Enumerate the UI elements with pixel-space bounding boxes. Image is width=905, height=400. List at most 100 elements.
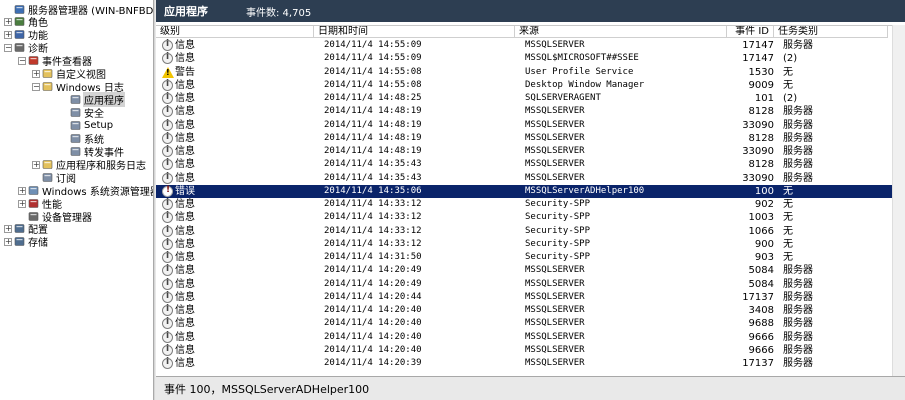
- column-header[interactable]: 任务类别: [774, 26, 888, 38]
- event-source: MSSQLSERVER: [525, 172, 585, 183]
- event-source: MSSQLSERVER: [525, 146, 585, 156]
- event-source: MSSQLSERVER: [525, 318, 585, 329]
- event-row[interactable]: 信息 2014/11/4 14:33:12 Security-SPP 900 无: [156, 238, 905, 251]
- event-id: 17137: [742, 291, 774, 303]
- event-row[interactable]: 信息 2014/11/4 14:48:25 SQLSERVERAGENT 101 (2): [156, 92, 905, 105]
- event-row[interactable]: 信息 2014/11/4 14:33:12 Security-SPP 1066 无: [156, 225, 905, 238]
- event-row[interactable]: 信息 2014/11/4 14:20:40 MSSQLSERVER 3408 服务器: [156, 304, 905, 317]
- event-datetime: 2014/11/4 14:48:19: [324, 106, 422, 117]
- event-row[interactable]: 信息 2014/11/4 14:35:43 MSSQLSERVER 33090 服务器: [156, 172, 905, 185]
- folder-icon: [42, 159, 53, 170]
- event-level: 信息: [175, 252, 195, 263]
- log-icon: [70, 120, 81, 131]
- folder-icon: [42, 81, 53, 92]
- event-datetime: 2014/11/4 14:31:50: [324, 252, 422, 262]
- event-level: 信息: [175, 225, 195, 237]
- event-level: 信息: [175, 172, 195, 184]
- event-row[interactable]: 信息 2014/11/4 14:20:40 MSSQLSERVER 9666 服务器: [156, 344, 905, 357]
- event-category: 服务器: [783, 146, 813, 157]
- event-row[interactable]: 信息 2014/11/4 14:33:12 Security-SPP 1003 无: [156, 211, 905, 224]
- info-icon: [162, 105, 173, 118]
- event-row[interactable]: 信息 2014/11/4 14:20:40 MSSQLSERVER 9688 服务器: [156, 317, 905, 330]
- tree-item[interactable]: + Windows 系统资源管理器: [18, 184, 153, 198]
- info-icon: [162, 238, 173, 250]
- event-id: 900: [754, 238, 774, 250]
- event-row[interactable]: 信息 2014/11/4 14:48:19 MSSQLSERVER 8128 服务器: [156, 132, 905, 145]
- event-row[interactable]: 信息 2014/11/4 14:20:49 MSSQLSERVER 5084 服务器: [156, 278, 905, 291]
- event-id: 5084: [748, 265, 774, 277]
- event-category: 无: [783, 79, 793, 91]
- event-category: (2): [783, 53, 798, 65]
- event-row[interactable]: 信息 2014/11/4 14:20:49 MSSQLSERVER 5084 服务器: [156, 264, 905, 277]
- info-icon: [162, 79, 173, 91]
- event-datetime: 2014/11/4 14:20:44: [324, 291, 422, 302]
- event-row[interactable]: 信息 2014/11/4 14:55:09 MSSQLSERVER 17147 服务器: [156, 39, 905, 52]
- event-row[interactable]: 信息 2014/11/4 14:48:19 MSSQLSERVER 33090 服务器: [156, 145, 905, 158]
- event-row[interactable]: 信息 2014/11/4 14:35:43 MSSQLSERVER 8128 服务器: [156, 158, 905, 171]
- event-row[interactable]: 警告 2014/11/4 14:55:08 User Profile Service…: [156, 66, 905, 79]
- diagnostics-icon: [14, 42, 25, 53]
- tree-item[interactable]: + 应用程序和服务日志: [32, 158, 147, 172]
- event-row[interactable]: 信息 2014/11/4 14:55:08 Desktop Window Manag…: [156, 79, 905, 92]
- event-row[interactable]: 信息 2014/11/4 14:48:19 MSSQLSERVER 33090 服务器: [156, 119, 905, 132]
- event-datetime: 2014/11/4 14:48:25: [324, 93, 422, 103]
- event-datetime: 2014/11/4 14:33:12: [324, 212, 422, 223]
- event-row[interactable]: 信息 2014/11/4 14:48:19 MSSQLSERVER 8128 服务器: [156, 105, 905, 118]
- event-id: 17147: [742, 40, 774, 51]
- event-level: 信息: [175, 40, 195, 51]
- event-datetime: 2014/11/4 14:33:12: [324, 238, 422, 249]
- navigation-tree[interactable]: 服务器管理器 (WIN-BNFBDTVO6R+角色+功能−诊断−事件查看器+自定…: [0, 0, 153, 400]
- tree-item[interactable]: 安全: [60, 106, 105, 120]
- column-header[interactable]: 日期和时间: [314, 26, 515, 38]
- collapse-icon[interactable]: −: [18, 56, 26, 65]
- event-row[interactable]: 信息 2014/11/4 14:20:39 MSSQLSERVER 17137 服务器: [156, 357, 905, 370]
- event-id: 902: [754, 199, 774, 210]
- event-source: MSSQLSERVER: [525, 119, 585, 130]
- event-row[interactable]: 信息 2014/11/4 14:20:44 MSSQLSERVER 17137 服务器: [156, 291, 905, 304]
- configuration-icon: [14, 223, 25, 234]
- folder-icon: [42, 68, 53, 79]
- event-level: 信息: [175, 358, 195, 369]
- expand-icon[interactable]: +: [18, 199, 26, 208]
- column-header[interactable]: 事件 ID: [727, 26, 774, 38]
- event-datetime: 2014/11/4 14:33:12: [324, 199, 422, 209]
- event-id: 3408: [748, 305, 774, 316]
- collapse-icon[interactable]: −: [4, 43, 12, 52]
- tree-item[interactable]: + 存储: [4, 235, 49, 249]
- collapse-icon[interactable]: −: [32, 82, 40, 91]
- event-row[interactable]: 错误 2014/11/4 14:35:06 MSSQLServerADHelper1…: [156, 184, 905, 198]
- event-datetime: 2014/11/4 14:20:40: [324, 305, 422, 315]
- event-row[interactable]: 信息 2014/11/4 14:20:40 MSSQLSERVER 9666 服务器: [156, 331, 905, 344]
- tree-item-label: 安全: [84, 109, 104, 120]
- wsrm-icon: [28, 185, 39, 196]
- event-category: 服务器: [783, 40, 813, 51]
- event-table[interactable]: 级别日期和时间来源事件 ID任务类别信息 2014/11/4 14:55:09 MS…: [156, 25, 905, 376]
- error-icon: [162, 185, 173, 197]
- expand-icon[interactable]: +: [32, 160, 40, 169]
- expand-icon[interactable]: +: [4, 17, 12, 26]
- event-id: 8128: [748, 106, 774, 118]
- column-header[interactable]: 来源: [515, 26, 727, 38]
- event-id: 1003: [748, 212, 774, 224]
- event-category: 服务器: [783, 172, 813, 184]
- event-detail-bar: 事件 100，MSSQLServerADHelper100: [156, 376, 905, 400]
- event-id: 5084: [748, 278, 774, 290]
- event-row[interactable]: 信息 2014/11/4 14:33:12 Security-SPP 902 无: [156, 198, 905, 211]
- info-icon: [162, 198, 173, 210]
- info-icon: [162, 211, 173, 224]
- expand-icon[interactable]: +: [4, 30, 12, 39]
- column-header[interactable]: 级别: [156, 26, 314, 38]
- event-row[interactable]: 信息 2014/11/4 14:31:50 Security-SPP 903 无: [156, 251, 905, 264]
- expand-icon[interactable]: +: [32, 69, 40, 78]
- event-row[interactable]: 信息 2014/11/4 14:55:09 MSSQL$MICROSOFT##SSE…: [156, 52, 905, 65]
- expand-icon[interactable]: +: [4, 237, 12, 246]
- event-level: 信息: [175, 53, 195, 65]
- expand-icon[interactable]: +: [18, 186, 26, 195]
- event-category: 服务器: [783, 106, 813, 118]
- vertical-scrollbar[interactable]: [892, 25, 905, 376]
- event-datetime: 2014/11/4 14:48:19: [324, 119, 422, 130]
- expand-icon[interactable]: +: [4, 224, 12, 233]
- event-id: 1530: [748, 66, 774, 78]
- event-id: 8128: [748, 159, 774, 171]
- event-category: 服务器: [783, 265, 813, 277]
